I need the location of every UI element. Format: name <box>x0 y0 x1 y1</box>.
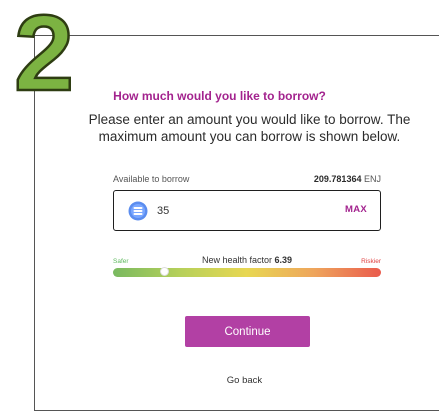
available-unit: ENJ <box>363 174 381 184</box>
health-factor-text: New health factor <box>201 255 272 265</box>
step-number-badge: 2 <box>13 0 76 100</box>
dialog-description: Please enter an amount you would like to… <box>88 112 411 144</box>
available-value: 209.781364 ENJ <box>314 174 381 184</box>
dialog-title: How much would you like to borrow? <box>113 89 326 103</box>
enjin-coin-icon <box>128 201 148 221</box>
available-amount: 209.781364 <box>313 174 362 184</box>
amount-input[interactable] <box>157 202 327 220</box>
borrow-step-screen: 2 How much would you like to borrow? Ple… <box>0 0 439 417</box>
riskier-label: Riskier <box>361 258 381 265</box>
health-factor-marker <box>159 267 169 276</box>
health-factor-bar <box>113 267 381 277</box>
available-label: Available to borrow <box>113 174 190 184</box>
health-factor-value: 6.39 <box>274 255 293 265</box>
continue-button[interactable]: Continue <box>185 316 310 347</box>
max-button[interactable]: MAX <box>345 204 367 215</box>
go-back-link[interactable]: Go back <box>0 375 439 386</box>
health-factor-label: New health factor 6.39 <box>113 255 381 265</box>
step-number-text: 2 <box>14 0 74 100</box>
available-to-borrow-row: Available to borrow 209.781364 ENJ <box>113 174 381 188</box>
amount-input-box[interactable]: MAX <box>113 190 381 231</box>
